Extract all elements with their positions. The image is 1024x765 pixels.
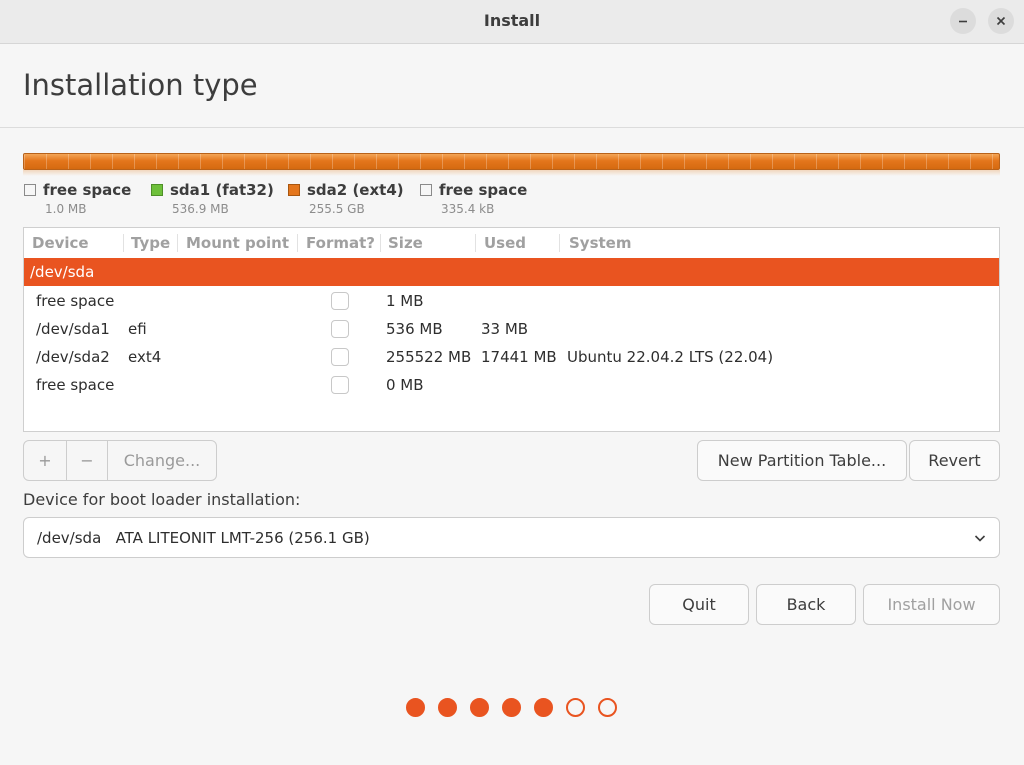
format-checkbox[interactable]: [331, 348, 349, 366]
table-row[interactable]: free space 1 MB: [24, 287, 999, 315]
format-checkbox[interactable]: [331, 320, 349, 338]
legend-item-sda1: sda1 (fat32) 536.9 MB: [151, 181, 274, 216]
legend-name: sda1 (fat32): [170, 181, 274, 199]
legend-swatch: [420, 184, 432, 196]
bootloader-device-select[interactable]: /dev/sda ATA LITEONIT LMT-256 (256.1 GB): [23, 517, 1000, 558]
legend-swatch: [24, 184, 36, 196]
cell-used: 33 MB: [481, 320, 529, 338]
step-dot-completed: [502, 698, 521, 717]
column-separator: [475, 234, 476, 252]
column-header-format[interactable]: Format?: [306, 234, 375, 252]
step-dot-pending: [598, 698, 617, 717]
column-header-size[interactable]: Size: [388, 234, 423, 252]
legend-size: 536.9 MB: [172, 202, 229, 216]
legend-item-free-space-2: free space 335.4 kB: [420, 181, 527, 216]
format-checkbox[interactable]: [331, 292, 349, 310]
column-separator: [559, 234, 560, 252]
cell-size: 536 MB: [386, 320, 443, 338]
legend-name: sda2 (ext4): [307, 181, 404, 199]
cell-size: 1 MB: [386, 292, 424, 310]
legend-name: free space: [439, 181, 528, 199]
legend-size: 255.5 GB: [309, 202, 365, 216]
chevron-down-icon: [974, 535, 986, 542]
close-button[interactable]: [988, 8, 1014, 34]
cell-device: free space: [36, 292, 115, 310]
disk-usage-bar-reflection: [23, 170, 1000, 176]
minimize-button[interactable]: [950, 8, 976, 34]
cell-device: /dev/sda1: [36, 320, 110, 338]
step-dot-completed: [470, 698, 489, 717]
column-header-device[interactable]: Device: [32, 234, 89, 252]
remove-partition-button[interactable]: −: [66, 441, 107, 480]
revert-button[interactable]: Revert: [909, 440, 1000, 481]
close-icon: [996, 16, 1006, 26]
cell-size: 255522 MB: [386, 348, 472, 366]
step-dot-completed: [438, 698, 457, 717]
back-button[interactable]: Back: [756, 584, 856, 625]
cell-type: ext4: [128, 348, 162, 366]
legend-name: free space: [43, 181, 132, 199]
step-dot-completed: [406, 698, 425, 717]
column-header-system[interactable]: System: [569, 234, 631, 252]
add-partition-button[interactable]: +: [24, 441, 66, 480]
cell-used: 17441 MB: [481, 348, 557, 366]
cell-device: /dev/sda2: [36, 348, 110, 366]
table-row[interactable]: free space 0 MB: [24, 371, 999, 399]
divider: [0, 127, 1024, 128]
new-partition-table-button[interactable]: New Partition Table...: [697, 440, 907, 481]
step-progress: [406, 698, 617, 717]
table-row[interactable]: /dev/sda2 ext4 255522 MB 17441 MB Ubuntu…: [24, 343, 999, 371]
legend-swatch: [288, 184, 300, 196]
column-separator: [123, 234, 124, 252]
column-separator: [177, 234, 178, 252]
minimize-icon: [959, 20, 967, 23]
disk-usage-bar: [23, 153, 1000, 170]
legend-item-free-space-1: free space 1.0 MB: [24, 181, 131, 216]
column-header-type[interactable]: Type: [131, 234, 170, 252]
table-row[interactable]: /dev/sda1 efi 536 MB 33 MB: [24, 315, 999, 343]
bootloader-device-value: /dev/sda ATA LITEONIT LMT-256 (256.1 GB): [37, 529, 370, 547]
column-header-mount-point[interactable]: Mount point: [186, 234, 289, 252]
cell-system: Ubuntu 22.04.2 LTS (22.04): [567, 348, 774, 366]
title-bar: Install: [0, 0, 1024, 44]
table-header: Device Type Mount point Format? Size Use…: [24, 228, 999, 258]
quit-button[interactable]: Quit: [649, 584, 749, 625]
table-row-disk[interactable]: /dev/sda: [24, 258, 999, 286]
bootloader-label: Device for boot loader installation:: [23, 490, 301, 509]
column-separator: [380, 234, 381, 252]
legend-swatch: [151, 184, 163, 196]
cell-type: efi: [128, 320, 147, 338]
step-dot-pending: [566, 698, 585, 717]
column-separator: [297, 234, 298, 252]
cell-device: free space: [36, 376, 115, 394]
change-partition-button[interactable]: Change...: [107, 441, 216, 480]
partition-table: Device Type Mount point Format? Size Use…: [23, 227, 1000, 432]
legend-item-sda2: sda2 (ext4) 255.5 GB: [288, 181, 404, 216]
window-title: Install: [483, 11, 541, 30]
legend-size: 335.4 kB: [441, 202, 495, 216]
partition-edit-buttons: + − Change...: [23, 440, 217, 481]
column-header-used[interactable]: Used: [484, 234, 526, 252]
legend-size: 1.0 MB: [45, 202, 87, 216]
step-dot-current: [534, 698, 553, 717]
install-now-button[interactable]: Install Now: [863, 584, 1000, 625]
cell-size: 0 MB: [386, 376, 424, 394]
page-title: Installation type: [23, 68, 258, 102]
format-checkbox[interactable]: [331, 376, 349, 394]
cell-device: /dev/sda: [30, 263, 95, 281]
